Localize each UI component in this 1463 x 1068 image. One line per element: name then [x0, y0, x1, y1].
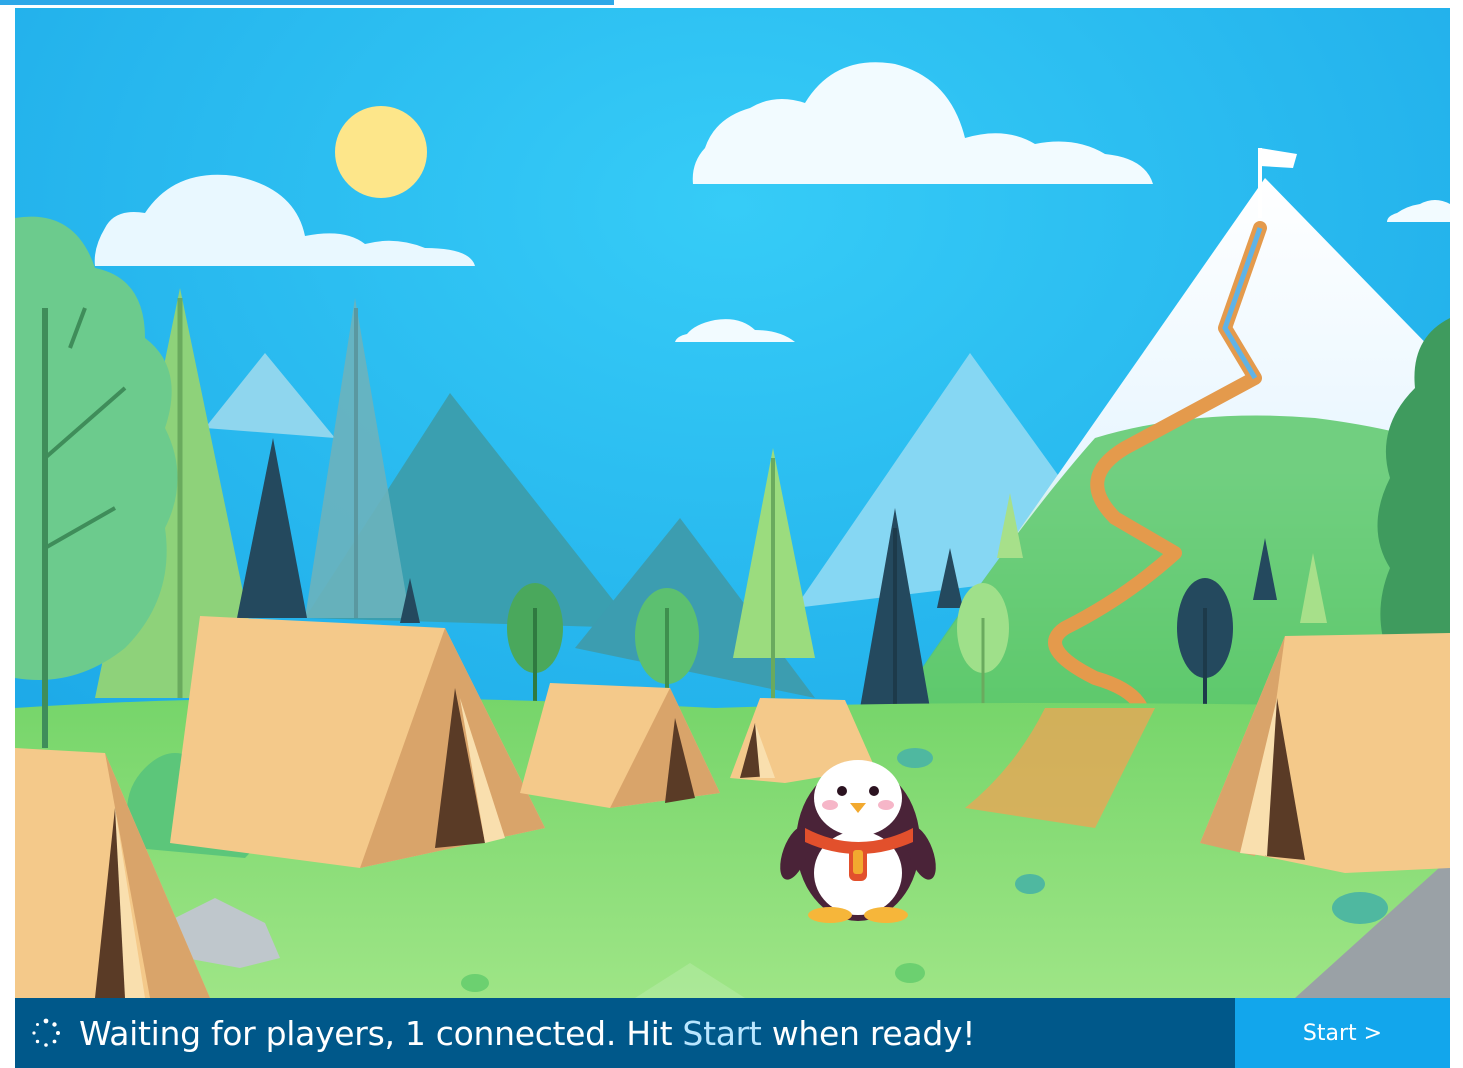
bush [1015, 874, 1045, 894]
game-scene [15, 8, 1450, 998]
status-highlight: Start [682, 1013, 762, 1053]
bush [1332, 892, 1388, 924]
status-bar: Waiting for players, 1 connected. Hit St… [15, 998, 1235, 1068]
spinner-icon [31, 1018, 61, 1048]
status-message: Waiting for players, 1 connected. Hit St… [79, 1014, 975, 1053]
bush [897, 748, 933, 768]
status-suffix: when ready! [761, 1013, 976, 1053]
bush [895, 963, 925, 983]
status-prefix: Waiting for players, 1 connected. Hit [79, 1013, 683, 1053]
bush [461, 974, 489, 992]
top-progress-fill [0, 0, 615, 5]
sun-icon [335, 106, 427, 198]
start-button[interactable]: Start > [1235, 998, 1450, 1068]
top-progress-bar [0, 0, 1463, 5]
